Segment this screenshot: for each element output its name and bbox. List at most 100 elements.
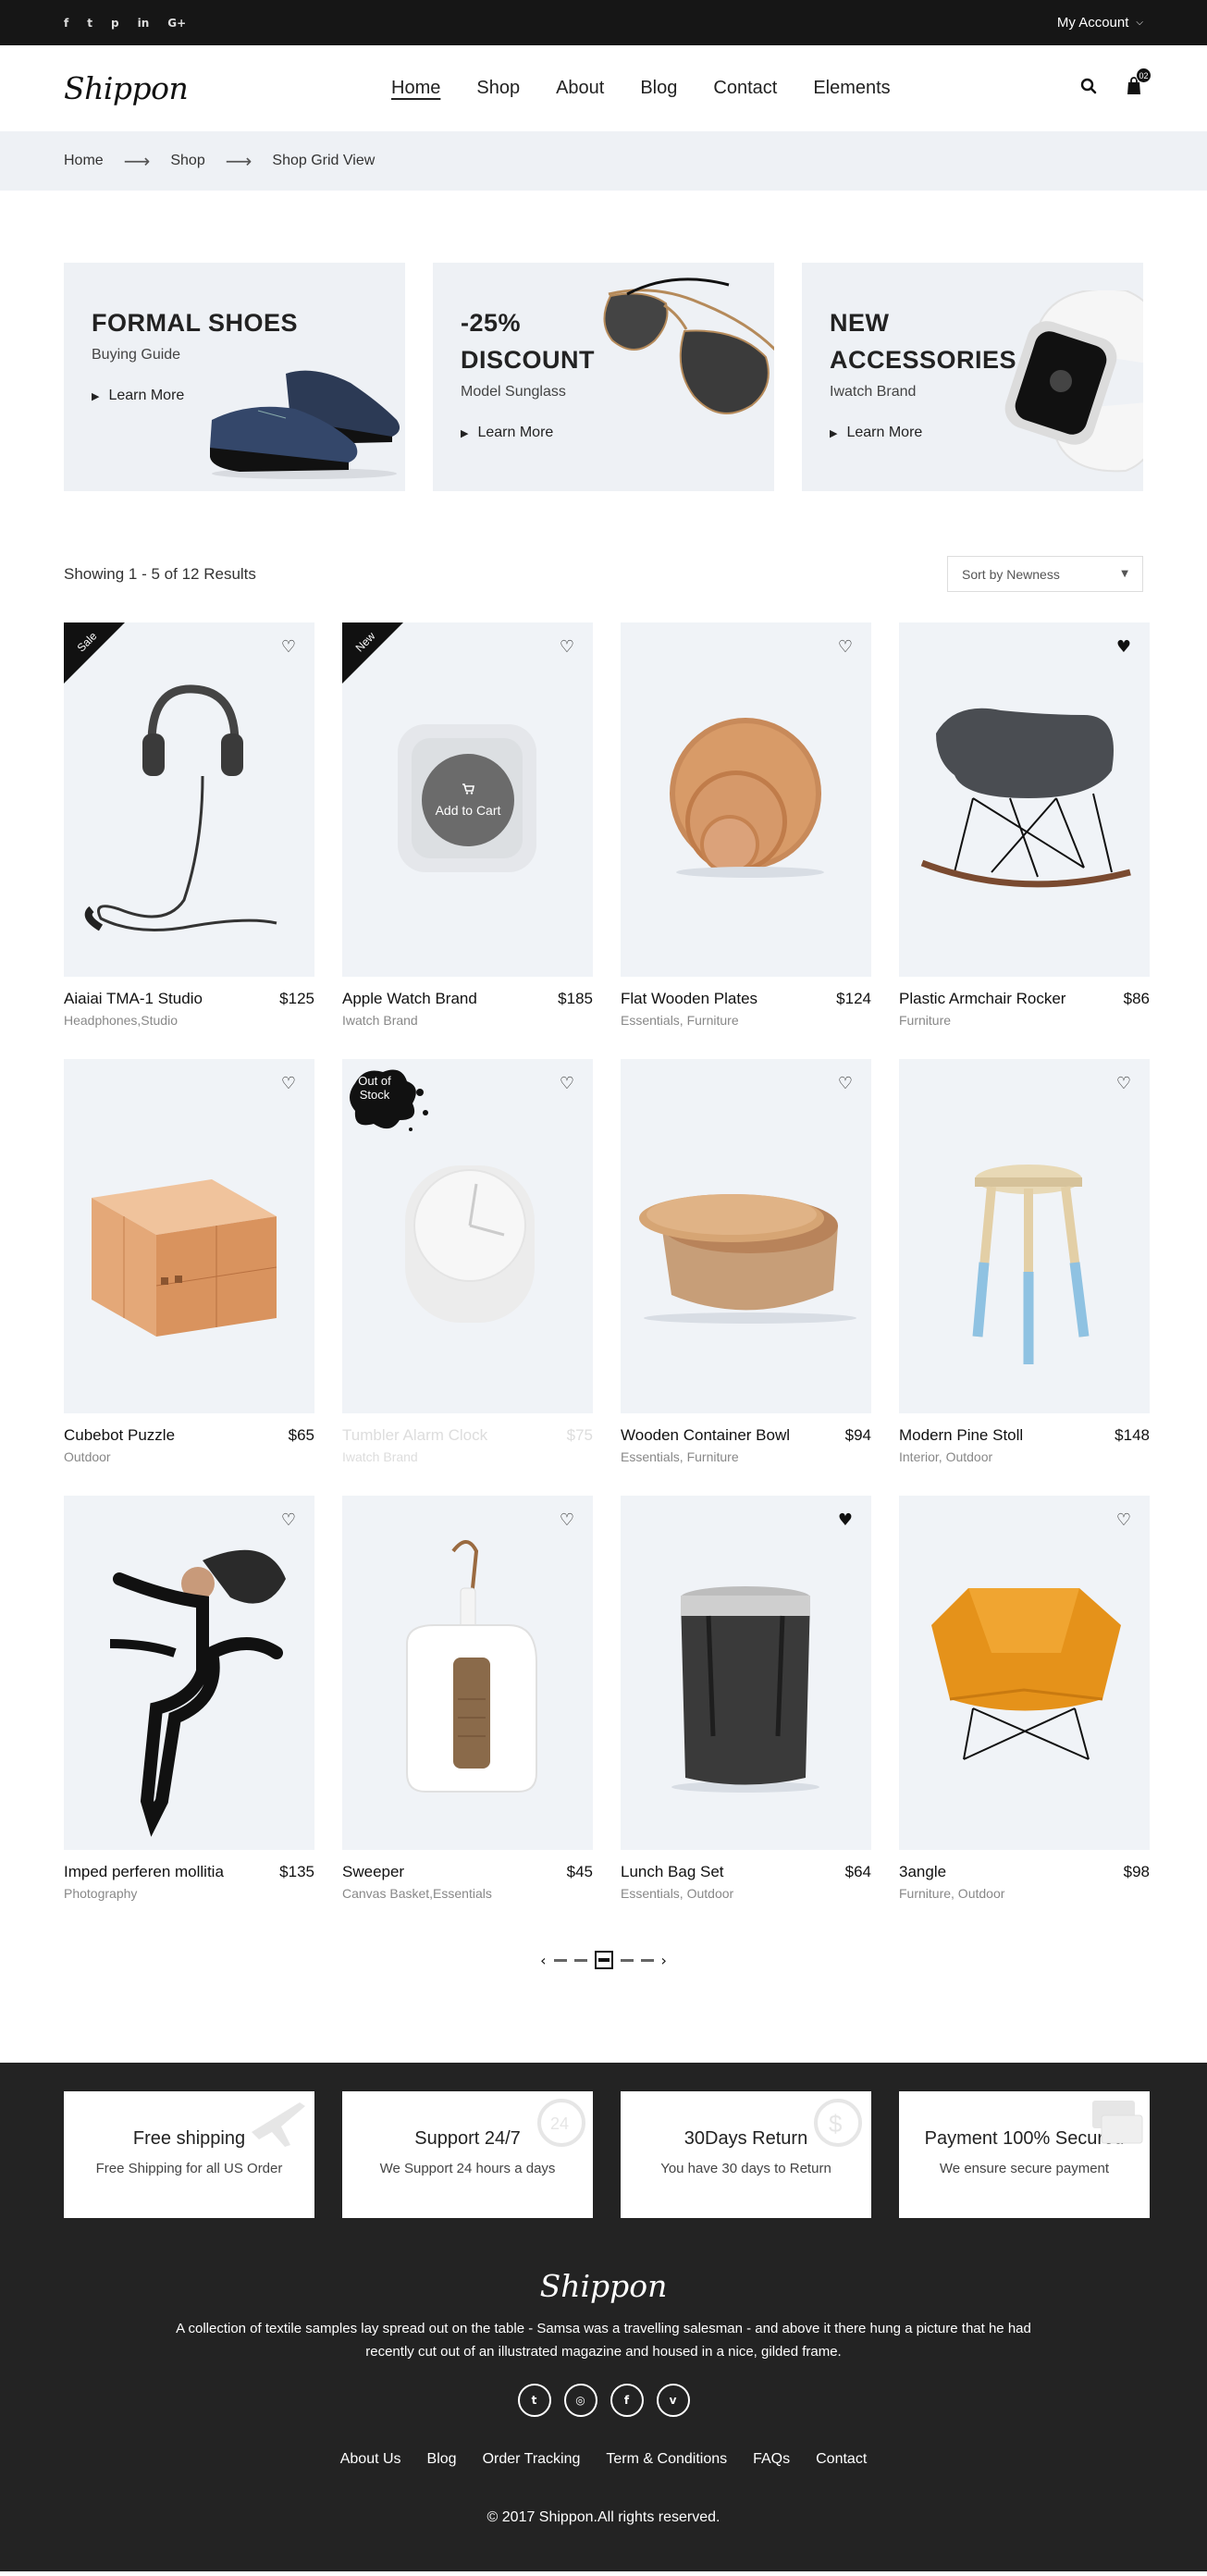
product-category[interactable]: Essentials, Furniture <box>621 1449 871 1464</box>
product-name[interactable]: Wooden Container Bowl <box>621 1426 790 1445</box>
footer-link[interactable]: Term & Conditions <box>606 2451 727 2468</box>
breadcrumb-item[interactable]: Shop <box>170 153 204 169</box>
product-category[interactable]: Headphones,Studio <box>64 1013 314 1028</box>
product-name[interactable]: Sweeper <box>342 1863 404 1881</box>
heart-outline-icon[interactable]: ♡ <box>560 637 574 657</box>
product-thumbnail[interactable]: ♥ <box>899 622 1150 977</box>
footer-link[interactable]: About Us <box>340 2451 401 2468</box>
product-thumbnail[interactable]: ♡ <box>64 1059 314 1413</box>
product-name[interactable]: Apple Watch Brand <box>342 990 477 1008</box>
google-plus-icon[interactable]: G+ <box>167 17 186 30</box>
twitter-icon[interactable]: t <box>517 2384 551 2417</box>
linkedin-icon[interactable]: in <box>138 17 150 30</box>
product-category[interactable]: Furniture, Outdoor <box>899 1886 1150 1901</box>
product-card[interactable]: ♡ Modern Pine Stoll $148 Interior, Outdoor <box>899 1059 1150 1464</box>
product-name[interactable]: Cubebot Puzzle <box>64 1426 175 1445</box>
dribbble-icon[interactable]: ◎ <box>563 2384 597 2417</box>
heart-outline-icon[interactable]: ♡ <box>281 637 296 657</box>
product-thumbnail[interactable]: New ♡ Add to Cart <box>342 622 593 977</box>
promo-banner[interactable]: FORMAL SHOES Buying Guide ▶ Learn More <box>64 263 405 491</box>
heart-outline-icon[interactable]: ♡ <box>281 1510 296 1530</box>
heart-outline-icon[interactable]: ♡ <box>1116 1074 1131 1093</box>
product-name[interactable]: 3angle <box>899 1863 946 1881</box>
product-card[interactable]: ♥ Plastic Armchair Rocker $86 Furniture <box>899 622 1150 1028</box>
promo-banner[interactable]: -25% DISCOUNT Model Sunglass ▶ Learn More <box>433 263 774 491</box>
page-indicator[interactable] <box>640 1958 654 1962</box>
footer-link[interactable]: FAQs <box>753 2451 790 2468</box>
product-name[interactable]: Flat Wooden Plates <box>621 990 757 1008</box>
product-card[interactable]: ♡ Sweeper $45 Canvas Basket,Essentials <box>342 1496 593 1901</box>
search-icon[interactable] <box>1080 78 1097 99</box>
heart-filled-icon[interactable]: ♥ <box>1116 637 1131 657</box>
add-to-cart-button[interactable]: Add to Cart <box>422 754 514 846</box>
facebook-icon[interactable]: f <box>610 2384 644 2417</box>
product-name[interactable]: Tumbler Alarm Clock <box>342 1426 487 1445</box>
my-account-dropdown[interactable]: My Account ⌵ <box>1057 15 1143 31</box>
nav-elements[interactable]: Elements <box>813 78 890 99</box>
product-card[interactable]: ♡ Cubebot Puzzle $65 Outdoor <box>64 1059 314 1464</box>
product-category[interactable]: Outdoor <box>64 1449 314 1464</box>
site-logo[interactable]: Shippon <box>64 70 249 106</box>
heart-filled-icon[interactable]: ♥ <box>838 1510 853 1530</box>
product-category[interactable]: Essentials, Outdoor <box>621 1886 871 1901</box>
heart-outline-icon[interactable]: ♡ <box>560 1510 574 1530</box>
footer-link[interactable]: Contact <box>816 2451 867 2468</box>
sort-select[interactable]: Sort by Newness ▼ <box>947 556 1143 592</box>
product-name[interactable]: Imped perferen mollitia <box>64 1863 224 1881</box>
product-category[interactable]: Iwatch Brand <box>342 1449 593 1464</box>
breadcrumb-item[interactable]: Home <box>64 153 104 169</box>
page-indicator[interactable] <box>620 1958 634 1962</box>
product-thumbnail[interactable]: ♡ <box>621 1059 871 1413</box>
nav-about[interactable]: About <box>556 78 604 99</box>
product-card[interactable]: ♡ 3angle $98 Furniture, Outdoor <box>899 1496 1150 1901</box>
product-thumbnail[interactable]: ♥ <box>621 1496 871 1850</box>
footer-logo[interactable]: Shippon <box>64 2268 1143 2304</box>
footer-link[interactable]: Order Tracking <box>483 2451 581 2468</box>
product-card[interactable]: ♥ Lunch Bag Set $64 Essentials, Outdoor <box>621 1496 871 1901</box>
heart-outline-icon[interactable]: ♡ <box>1116 1510 1131 1530</box>
product-thumbnail[interactable]: Out of Stock ♡ <box>342 1059 593 1413</box>
vimeo-icon[interactable]: v <box>656 2384 690 2417</box>
product-card[interactable]: ♡ Wooden Container Bowl $94 Essentials, Fur… <box>621 1059 871 1464</box>
heart-outline-icon[interactable]: ♡ <box>281 1074 296 1093</box>
product-name[interactable]: Aiaiai TMA-1 Studio <box>64 990 203 1008</box>
product-thumbnail[interactable]: ♡ <box>899 1059 1150 1413</box>
promo-banner[interactable]: NEW ACCESSORIES Iwatch Brand ▶ Learn More <box>802 263 1143 491</box>
footer-link[interactable]: Blog <box>427 2451 457 2468</box>
facebook-icon[interactable]: f <box>64 17 68 30</box>
product-thumbnail[interactable]: ♡ <box>899 1496 1150 1850</box>
product-thumbnail[interactable]: ♡ <box>621 622 871 977</box>
current-page-indicator[interactable] <box>594 1951 613 1969</box>
page-indicator[interactable] <box>553 1958 567 1962</box>
nav-shop[interactable]: Shop <box>476 78 520 99</box>
page-indicator[interactable] <box>573 1958 587 1962</box>
heart-outline-icon[interactable]: ♡ <box>838 1074 853 1093</box>
product-card[interactable]: New ♡ Add to Cart Apple Watch Brand $185 Iwat… <box>342 622 593 1028</box>
product-category[interactable]: Interior, Outdoor <box>899 1449 1150 1464</box>
product-name[interactable]: Plastic Armchair Rocker <box>899 990 1065 1008</box>
product-name[interactable]: Modern Pine Stoll <box>899 1426 1023 1445</box>
nav-contact[interactable]: Contact <box>713 78 777 99</box>
product-thumbnail[interactable]: Sale ♡ <box>64 622 314 977</box>
product-category[interactable]: Iwatch Brand <box>342 1013 593 1028</box>
product-category[interactable]: Photography <box>64 1886 314 1901</box>
pinterest-icon[interactable]: p <box>111 17 119 30</box>
product-card[interactable]: ♡ Imped perferen mollitia $135 Photography <box>64 1496 314 1901</box>
product-category[interactable]: Canvas Basket,Essentials <box>342 1886 593 1901</box>
prev-page-icon[interactable]: ‹ <box>540 1952 546 1969</box>
product-thumbnail[interactable]: ♡ <box>64 1496 314 1850</box>
twitter-icon[interactable]: t <box>87 17 92 30</box>
heart-outline-icon[interactable]: ♡ <box>560 1074 574 1093</box>
product-name[interactable]: Lunch Bag Set <box>621 1863 724 1881</box>
nav-home[interactable]: Home <box>391 78 440 99</box>
product-card[interactable]: Sale ♡ Aiaiai TMA-1 Studio $125 Headphones,S… <box>64 622 314 1028</box>
next-page-icon[interactable]: › <box>661 1952 667 1969</box>
product-card[interactable]: ♡ Flat Wooden Plates $124 Essentials, Furni… <box>621 622 871 1028</box>
product-category[interactable]: Essentials, Furniture <box>621 1013 871 1028</box>
heart-outline-icon[interactable]: ♡ <box>838 637 853 657</box>
cart-button[interactable]: 02 <box>1125 68 1152 100</box>
product-category[interactable]: Furniture <box>899 1013 1150 1028</box>
nav-blog[interactable]: Blog <box>640 78 677 99</box>
product-card[interactable]: Out of Stock ♡ Tumbler Alarm Clock $75 Iwatc… <box>342 1059 593 1464</box>
product-thumbnail[interactable]: ♡ <box>342 1496 593 1850</box>
